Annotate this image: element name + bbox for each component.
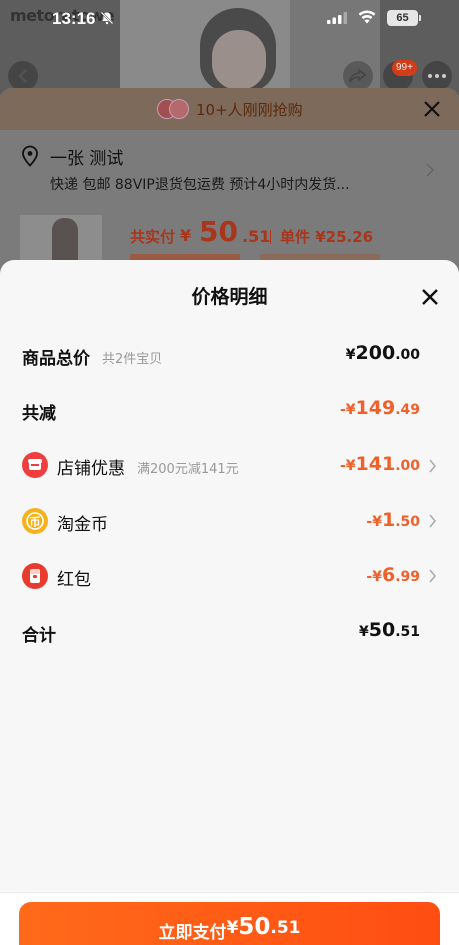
total-pay-currency: ¥	[180, 226, 192, 245]
hero-model-face	[212, 30, 266, 90]
pay-now-label: 立即支付	[158, 923, 227, 943]
more-button[interactable]	[422, 61, 452, 91]
pay-now-button[interactable]: 立即支付 ¥ 50 .51	[19, 902, 440, 945]
total-pay-label: 共实付	[130, 228, 176, 246]
buyer-avatars	[157, 99, 189, 119]
pay-now-currency: ¥	[226, 918, 239, 938]
bell-slash-icon	[100, 11, 114, 25]
close-icon[interactable]	[421, 98, 443, 120]
total-pay-decimal: .51	[242, 227, 271, 246]
total-reduce-label: 共减	[22, 404, 56, 424]
total-pay-integer: 50	[199, 215, 238, 248]
signal-icon	[327, 12, 347, 24]
goods-total-amount: ¥200.00	[345, 342, 420, 364]
chevron-right-icon[interactable]	[425, 163, 435, 177]
goods-count-hint: 共2件宝贝	[102, 352, 163, 367]
unit-price: 单件 ¥25.26	[280, 228, 374, 246]
red-packet-label[interactable]: 红包	[57, 565, 91, 590]
price-separator	[270, 230, 271, 244]
rush-buy-text: 10+人刚刚抢购	[196, 101, 303, 119]
total-reduce-amount: -¥149.49	[339, 397, 420, 419]
svg-text:币: 币	[30, 516, 41, 529]
shop-discount-amount[interactable]: -¥141.00	[340, 453, 420, 475]
share-button[interactable]	[343, 61, 373, 91]
share-icon	[349, 68, 367, 83]
wifi-icon	[358, 10, 376, 24]
shop-discount-hint: 满200元减141元	[137, 462, 239, 477]
shop-discount-label[interactable]: 店铺优惠	[57, 454, 125, 479]
pay-now-decimal: .51	[270, 918, 301, 938]
back-arrow-icon	[18, 69, 27, 83]
product-thumbnail-model	[52, 218, 78, 263]
delivery-info: 快递 包邮 88VIP退货包运费 预计4小时内发货...	[50, 177, 350, 193]
chevron-right-icon[interactable]	[428, 569, 437, 583]
tao-coin-amount[interactable]: -¥1.50	[366, 509, 420, 531]
coin-icon: 币	[22, 508, 48, 534]
address-name[interactable]: 一张 测试	[50, 144, 123, 169]
sum-amount: ¥50.51	[358, 619, 420, 641]
cart-count-badge: 99+	[392, 60, 417, 76]
tao-coin-label[interactable]: 淘金币	[57, 510, 108, 535]
close-icon[interactable]	[419, 286, 441, 308]
status-time: 13:16	[52, 9, 96, 28]
more-icon	[428, 74, 446, 78]
red-packet-amount[interactable]: -¥6.99	[366, 564, 420, 586]
goods-total-label: 商品总价	[22, 349, 90, 369]
chevron-right-icon[interactable]	[428, 459, 437, 473]
red-packet-icon	[22, 563, 48, 589]
price-detail-sheet: 价格明细 商品总价 共2件宝贝 ¥200.00 共减 -¥149.49 店铺优惠…	[0, 260, 459, 945]
location-pin-icon	[22, 145, 38, 167]
chevron-right-icon[interactable]	[428, 514, 437, 528]
sum-label: 合计	[22, 626, 56, 646]
sheet-title: 价格明细	[191, 286, 268, 308]
shop-icon	[22, 452, 48, 478]
pay-now-integer: 50	[238, 914, 271, 940]
back-button[interactable]	[8, 61, 38, 91]
battery-indicator: 65	[387, 10, 421, 26]
